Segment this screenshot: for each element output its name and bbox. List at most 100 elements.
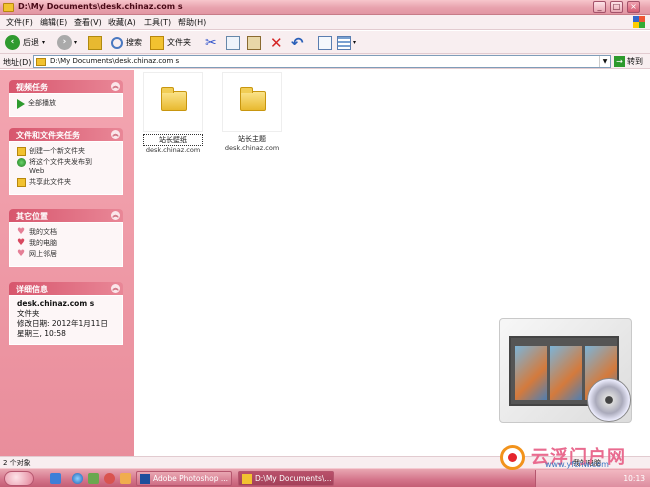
my-computer-link[interactable]: ♥ 我的电脑	[17, 239, 118, 248]
delete-button[interactable]: ✕	[270, 33, 283, 52]
address-label: 地址(D)	[3, 58, 32, 67]
delete-x-icon: ✕	[270, 33, 283, 52]
link-label: 创建一个新文件夹	[29, 147, 85, 155]
folder-subtitle: desk.chinaz.com	[224, 144, 280, 152]
cut-button[interactable]: ✂	[205, 34, 217, 51]
panel-header[interactable]: 视频任务 ︽	[9, 80, 123, 93]
taskbar-photoshop-button[interactable]: Adobe Photoshop ...	[136, 471, 232, 486]
detail-modified-time: 星期三, 10:58	[17, 329, 66, 338]
panel-body: 全部播放	[9, 93, 123, 117]
link-label: 我的电脑	[29, 239, 57, 247]
undo-icon: ↶	[291, 33, 304, 52]
detail-name: desk.chinaz.com s	[17, 299, 95, 308]
folder-item[interactable]: 站长壁纸 desk.chinaz.com	[143, 72, 203, 154]
menu-edit[interactable]: 编辑(E)	[40, 17, 67, 28]
play-all-link[interactable]: 全部播放	[17, 99, 118, 109]
ie-icon[interactable]	[72, 473, 83, 484]
properties-button[interactable]	[318, 34, 332, 51]
quicklaunch-icon[interactable]	[120, 473, 131, 484]
chevron-down-icon[interactable]: ▾	[74, 39, 77, 46]
menu-view[interactable]: 查看(V)	[74, 17, 102, 28]
go-button[interactable]: → 转到	[614, 56, 643, 67]
new-folder-link[interactable]: 创建一个新文件夹	[17, 147, 118, 156]
menu-tools[interactable]: 工具(T)	[144, 17, 171, 28]
taskbar-button-label: D:\My Documents\...	[255, 474, 332, 483]
panel-body: ♥ 我的文档 ♥ 我的电脑 ♥ 网上邻居	[9, 222, 123, 267]
search-button[interactable]: 搜索	[111, 34, 142, 51]
close-button[interactable]: ×	[627, 1, 640, 13]
up-folder-icon	[88, 35, 102, 50]
menu-help[interactable]: 帮助(H)	[178, 17, 206, 28]
address-value: D:\My Documents\desk.chinaz.com s	[50, 57, 180, 65]
minimize-button[interactable]: _	[593, 1, 606, 13]
link-label: 网上邻居	[29, 250, 57, 258]
folders-label: 文件夹	[167, 38, 191, 47]
quicklaunch-icon[interactable]	[88, 473, 99, 484]
windows-logo-icon	[633, 16, 645, 28]
address-input[interactable]: D:\My Documents\desk.chinaz.com s ▼	[33, 55, 611, 68]
link-label: 我的文档	[29, 228, 57, 236]
explorer-window: D:\My Documents\desk.chinaz.com s _ □ × …	[0, 0, 650, 487]
link-label: 全部播放	[28, 99, 56, 107]
network-places-link[interactable]: ♥ 网上邻居	[17, 250, 118, 259]
folder-item[interactable]: 站长主题 desk.chinaz.com	[222, 72, 282, 152]
paste-icon	[247, 35, 261, 50]
views-button[interactable]: ▾	[337, 34, 356, 51]
panel-header[interactable]: 文件和文件夹任务 ︽	[9, 128, 123, 141]
collapse-chevron-icon[interactable]: ︽	[111, 82, 120, 91]
menu-file[interactable]: 文件(F)	[6, 17, 33, 28]
undo-button[interactable]: ↶	[291, 33, 304, 52]
properties-icon	[318, 35, 332, 50]
publish-web-link[interactable]: 将这个文件夹发布到 Web	[17, 158, 118, 176]
disc-icon	[587, 378, 631, 422]
quicklaunch-icon[interactable]	[104, 473, 115, 484]
go-arrow-icon: →	[614, 56, 625, 67]
share-folder-link[interactable]: 共享此文件夹	[17, 178, 118, 187]
forward-button[interactable]: › ▾	[57, 34, 77, 51]
system-tray: 10:13	[535, 470, 650, 487]
window-title: D:\My Documents\desk.chinaz.com s	[18, 2, 183, 11]
maximize-button[interactable]: □	[610, 1, 623, 13]
other-places-panel: 其它位置 ︽ ♥ 我的文档 ♥ 我的电脑 ♥ 网上邻居	[9, 209, 123, 267]
back-arrow-icon: ‹	[5, 35, 20, 50]
folder-icon	[161, 87, 187, 111]
start-button[interactable]	[4, 471, 34, 486]
folder-icon	[36, 58, 46, 66]
folder-thumbnail[interactable]	[222, 72, 282, 132]
video-folder-watermark	[494, 316, 644, 428]
taskbar-button-label: Adobe Photoshop ...	[153, 474, 229, 483]
site-logo-url: www.yfcnw.com	[545, 460, 609, 469]
scissors-icon: ✂	[205, 34, 217, 51]
address-bar: 地址(D) D:\My Documents\desk.chinaz.com s …	[0, 54, 650, 69]
title-bar[interactable]: D:\My Documents\desk.chinaz.com s _ □ ×	[0, 0, 650, 15]
chevron-down-icon[interactable]: ▾	[42, 39, 45, 46]
panel-title: 文件和文件夹任务	[16, 131, 80, 140]
panel-header[interactable]: 详细信息 ︽	[9, 282, 123, 295]
up-folder-button[interactable]	[88, 34, 102, 51]
views-grid-icon	[337, 35, 351, 50]
folder-thumbnail[interactable]	[143, 72, 203, 132]
desktop-icon[interactable]	[50, 473, 61, 484]
taskbar-explorer-button[interactable]: D:\My Documents\...	[238, 471, 334, 486]
paste-button[interactable]	[247, 34, 261, 51]
folders-button[interactable]: 文件夹	[150, 34, 191, 51]
panel-title: 详细信息	[16, 285, 48, 294]
my-documents-link[interactable]: ♥ 我的文档	[17, 228, 118, 237]
copy-button[interactable]	[226, 34, 240, 51]
forward-arrow-icon: ›	[57, 35, 72, 50]
panel-title: 其它位置	[16, 212, 48, 221]
link-label: 将这个文件夹发布到	[29, 158, 92, 166]
menu-favorites[interactable]: 收藏(A)	[108, 17, 136, 28]
chevron-down-icon[interactable]: ▼	[599, 56, 610, 67]
chevron-down-icon[interactable]: ▾	[353, 39, 356, 46]
folder-icon	[150, 35, 164, 50]
panel-header[interactable]: 其它位置 ︽	[9, 209, 123, 222]
collapse-chevron-icon[interactable]: ︽	[111, 284, 120, 293]
heart-icon: ♥	[17, 238, 26, 248]
back-button[interactable]: ‹ 后退 ▾	[5, 34, 45, 51]
clock: 10:13	[623, 474, 645, 483]
file-tasks-panel: 文件和文件夹任务 ︽ 创建一个新文件夹 将这个文件夹发布到 Web 共享此文件夹	[9, 128, 123, 195]
collapse-chevron-icon[interactable]: ︽	[111, 211, 120, 220]
collapse-chevron-icon[interactable]: ︽	[111, 130, 120, 139]
link-label-cont: Web	[29, 167, 45, 175]
